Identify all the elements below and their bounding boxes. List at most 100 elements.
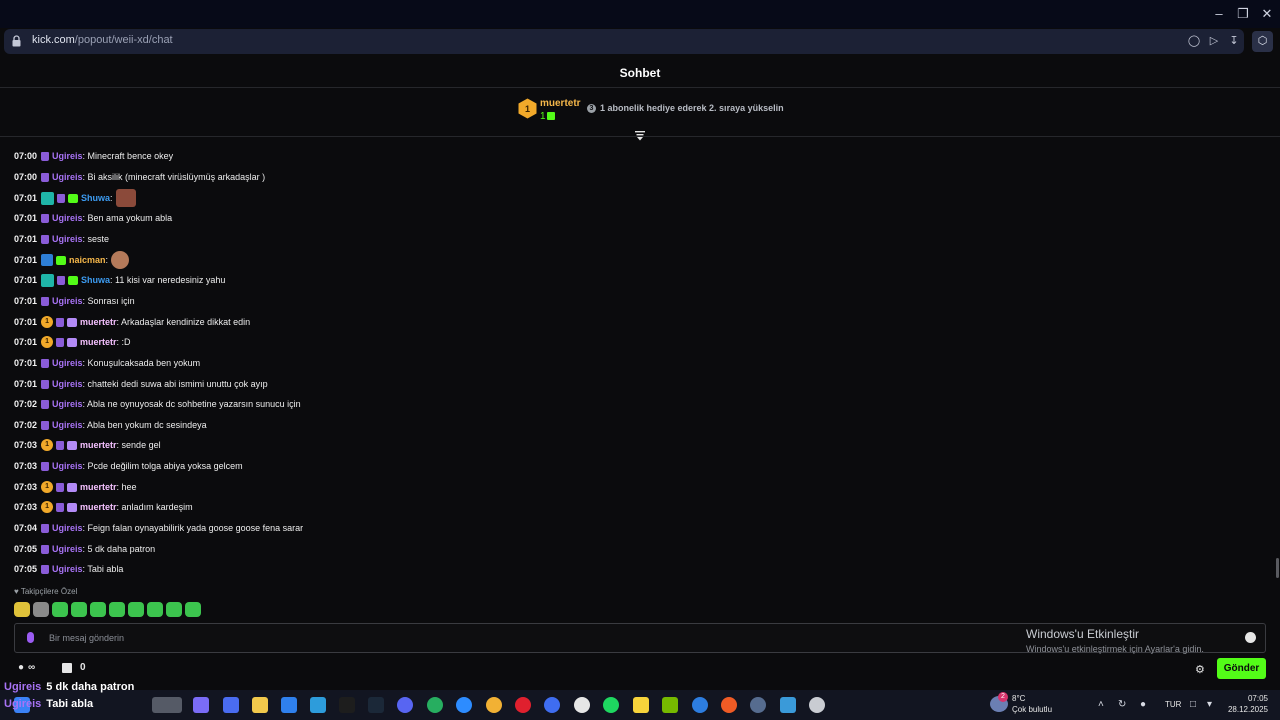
message-username[interactable]: muertetr (80, 337, 117, 347)
message-time: 07:03 (14, 502, 38, 512)
pinned-username[interactable]: muertetr (540, 98, 581, 109)
spotify-icon[interactable] (603, 697, 619, 713)
emote-button[interactable] (147, 602, 163, 617)
message-username[interactable]: Ugireis (52, 234, 83, 244)
message-username[interactable]: Ugireis (52, 564, 83, 574)
message-username[interactable]: muertetr (80, 482, 117, 492)
chrome-icon[interactable] (486, 697, 502, 713)
message-username[interactable]: Shuwa (81, 193, 110, 203)
subscriber-badge-icon (41, 151, 50, 161)
message-username[interactable]: Ugireis (52, 420, 83, 430)
minimize-icon[interactable]: – (1207, 5, 1231, 23)
store-icon[interactable] (281, 697, 297, 713)
steam-icon[interactable] (368, 697, 384, 713)
app-icon[interactable] (427, 697, 443, 713)
restore-icon[interactable]: ❐ (1231, 5, 1255, 23)
microphone-icon[interactable] (27, 632, 34, 643)
message-time: 07:01 (14, 193, 38, 203)
emote-button[interactable] (14, 602, 30, 617)
discord-icon[interactable] (397, 697, 413, 713)
app-icon[interactable] (750, 697, 766, 713)
close-icon[interactable]: ✕ (1255, 5, 1279, 23)
message-username[interactable]: Ugireis (52, 461, 83, 471)
rank-badge-icon: 1 (41, 501, 54, 513)
message-username[interactable]: Ugireis (52, 544, 83, 554)
emoji-icon[interactable] (1245, 632, 1256, 643)
channel-points[interactable]: ● ∞ (18, 662, 35, 673)
microphone-icon[interactable]: ● (1140, 699, 1146, 710)
message-username[interactable]: muertetr (80, 317, 117, 327)
inventory-count: 0 (80, 662, 86, 673)
inventory-button[interactable]: 0 (62, 662, 86, 673)
message-username[interactable]: Ugireis (52, 213, 83, 223)
shield-icon[interactable]: ◯ (1187, 34, 1201, 48)
emote-quick-bar (14, 602, 201, 618)
emote-button[interactable] (71, 602, 87, 617)
message-username[interactable]: naicman (69, 255, 106, 265)
chat-message: 07:01 Ugireis : Konuşulcaksada ben yokum (14, 355, 200, 371)
file-explorer-icon[interactable] (252, 697, 268, 713)
message-username[interactable]: muertetr (80, 440, 117, 450)
message-username[interactable]: Ugireis (52, 358, 83, 368)
game-launcher-icon[interactable] (721, 697, 737, 713)
chevron-up-icon[interactable]: ˄ (1098, 699, 1104, 710)
message-username[interactable]: Ugireis (52, 399, 83, 409)
sync-icon[interactable]: ↻ (1118, 699, 1126, 710)
message-time: 07:01 (14, 296, 38, 306)
search-widget-icon[interactable] (152, 697, 182, 713)
message-input[interactable]: Bir mesaj gönderin (49, 633, 124, 643)
scroll-to-bottom-icon[interactable] (635, 131, 645, 141)
media-player-icon[interactable] (692, 697, 708, 713)
message-username[interactable]: Ugireis (52, 151, 83, 161)
message-username[interactable]: Ugireis (52, 379, 83, 389)
play-icon[interactable]: ▷ (1207, 34, 1221, 48)
extension-icon[interactable]: ⬡ (1252, 31, 1273, 52)
emote-button[interactable] (128, 602, 144, 617)
edge-icon[interactable] (544, 697, 560, 713)
message-username[interactable]: Ugireis (52, 523, 83, 533)
chat-message: 07:05 Ugireis : Tabi abla (14, 561, 123, 577)
activation-title: Windows'u Etkinleştir (1026, 627, 1139, 641)
photos-icon[interactable] (780, 697, 796, 713)
emote-button[interactable] (90, 602, 106, 617)
url-text[interactable]: kick.com/popout/weii-xd/chat (32, 34, 173, 46)
message-text: : Feign falan oynayabilirik yada goose g… (82, 523, 304, 533)
teams-icon[interactable] (223, 697, 239, 713)
emote-button[interactable] (33, 602, 49, 617)
address-bar[interactable]: kick.com/popout/weii-xd/chat ◯ ▷ ↧ (4, 29, 1244, 54)
message-username[interactable]: muertetr (80, 502, 117, 512)
subscriber-badge-icon (56, 482, 65, 492)
vip-badge-icon (41, 254, 54, 266)
chat-scrollbar[interactable] (1276, 558, 1279, 578)
zoom-icon[interactable] (456, 697, 472, 713)
rank-badge-icon: 1 (41, 439, 54, 451)
copilot-icon[interactable] (193, 697, 209, 713)
app-icon[interactable] (809, 697, 825, 713)
sticky-notes-icon[interactable] (633, 697, 649, 713)
volume-icon[interactable]: ▾ (1207, 699, 1212, 710)
rank-badge-number: 1 (525, 104, 530, 114)
weather-widget[interactable]: 8°C Çok bulutlu (1012, 693, 1052, 715)
chat-message: 07:01 naicman : (14, 251, 130, 269)
weather-text: Çok bulutlu (1012, 705, 1053, 714)
emote-button[interactable] (109, 602, 125, 617)
emote-button[interactable] (52, 602, 68, 617)
mail-icon[interactable] (310, 697, 326, 713)
language-indicator[interactable]: TUR (1165, 700, 1181, 709)
network-icon[interactable]: □ (1190, 699, 1196, 710)
obs-icon[interactable] (574, 697, 590, 713)
taskbar-clock[interactable]: 07:05 28.12.2025 (1222, 693, 1268, 715)
message-username[interactable]: Ugireis (52, 296, 83, 306)
message-text: : 11 kisi var neredesiniz yahu (110, 275, 226, 285)
opera-gx-icon[interactable] (515, 697, 531, 713)
message-username[interactable]: Ugireis (52, 172, 83, 182)
message-text: : Bi aksilik (minecraft virüslüymüş arka… (82, 172, 266, 182)
send-button[interactable]: Gönder (1217, 658, 1266, 679)
settings-icon[interactable]: ⚙ (1195, 663, 1205, 676)
message-username[interactable]: Shuwa (81, 275, 110, 285)
nvidia-icon[interactable] (662, 697, 678, 713)
download-icon[interactable]: ↧ (1227, 34, 1241, 48)
emote-button[interactable] (185, 602, 201, 617)
emote-button[interactable] (166, 602, 182, 617)
epic-games-icon[interactable] (339, 697, 355, 713)
